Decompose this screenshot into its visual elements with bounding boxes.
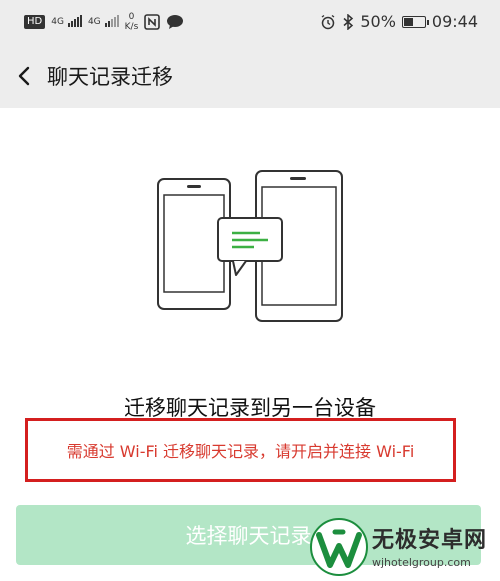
status-bar: HD 4G 4G 0 K/s 50% 09:44 bbox=[0, 0, 500, 44]
signal-icon-2: 4G bbox=[87, 15, 119, 27]
wifi-warning-text: 需通过 Wi-Fi 迁移聊天记录，请开启并连接 Wi-Fi bbox=[66, 442, 415, 461]
net-speed: 0 K/s bbox=[125, 12, 139, 32]
sim2-label: 4G bbox=[87, 17, 101, 27]
site-logo-icon bbox=[310, 518, 368, 576]
nav-bar: 聊天记录迁移 bbox=[0, 44, 500, 108]
net-speed-unit: K/s bbox=[124, 22, 139, 32]
sim1-label: 4G bbox=[51, 17, 64, 27]
battery-icon bbox=[401, 15, 429, 28]
nfc-icon bbox=[144, 14, 161, 30]
battery-percent: 50% bbox=[360, 12, 396, 31]
phones-transfer-icon bbox=[157, 170, 343, 322]
alarm-icon bbox=[321, 14, 335, 29]
clock: 09:44 bbox=[431, 12, 478, 31]
watermark-url: wjhotelgroup.com bbox=[372, 556, 471, 569]
net-speed-value: 0 bbox=[128, 12, 135, 22]
watermark: 无极安卓网 wjhotelgroup.com bbox=[300, 510, 500, 581]
hd-icon: HD bbox=[24, 15, 46, 29]
watermark-name: 无极安卓网 bbox=[372, 528, 488, 553]
signal-icon: 4G bbox=[51, 15, 82, 27]
bluetooth-icon bbox=[343, 13, 354, 30]
chat-bubble-icon bbox=[167, 15, 184, 29]
chevron-left-icon[interactable] bbox=[8, 58, 44, 94]
select-chat-history-label: 选择聊天记录 bbox=[185, 524, 312, 548]
page-title: 聊天记录迁移 bbox=[47, 65, 173, 89]
wifi-warning-box: 需通过 Wi-Fi 迁移聊天记录，请开启并连接 Wi-Fi bbox=[25, 418, 456, 482]
